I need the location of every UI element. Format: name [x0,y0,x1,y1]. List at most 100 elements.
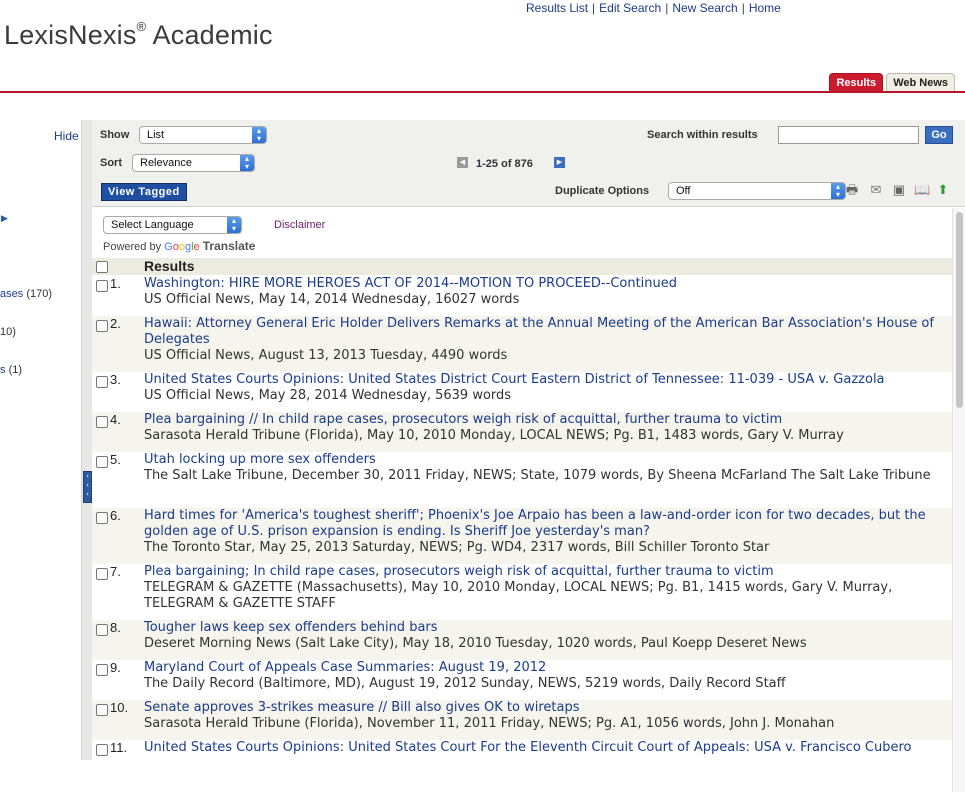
pager-of: of [501,158,512,170]
chevron-updown-icon: ▴ ▾ [240,155,254,171]
result-title-link[interactable]: Maryland Court of Appeals Case Summaries… [144,660,546,675]
duplicate-options-value: Off [676,185,691,197]
result-meta: Sarasota Herald Tribune (Florida), Novem… [144,716,835,731]
select-language-dropdown[interactable]: Select Language ▴ ▾ [103,216,242,234]
result-row: 4. Plea bargaining // In child rape cases… [92,412,952,452]
result-meta: US Official News, May 28, 2014 Wednesday… [144,388,512,403]
new-search-link[interactable]: New Search [672,1,737,15]
results-header: Results [144,258,195,274]
results-scrollbar[interactable] [952,208,965,792]
pager-total: 876 [514,158,533,170]
book-icon[interactable]: 📖 [914,182,930,198]
result-checkbox[interactable] [96,664,108,676]
header-divider [0,91,965,93]
result-body: Maryland Court of Appeals Case Summaries… [144,660,944,692]
collapse-handle-icon[interactable]: ‹ ‹ ‹ [83,471,92,503]
show-label: Show [100,129,130,141]
duplicate-options-select[interactable]: Off ▴ ▾ [668,182,846,200]
result-title-link[interactable]: Utah locking up more sex offenders [144,452,376,467]
sidebar-item-count: (170) [26,288,52,300]
select-all-checkbox[interactable] [96,261,108,273]
result-checkbox[interactable] [96,704,108,716]
result-title-link[interactable]: Hard times for 'America's toughest sheri… [144,508,926,539]
disclaimer-link[interactable]: Disclaimer [274,219,325,231]
sidebar-item-label: ases [0,288,24,300]
chevron-updown-icon: ▴ ▾ [831,183,845,199]
hide-sidebar-link[interactable]: Hide [54,129,79,143]
result-title-link[interactable]: Hawaii: Attorney General Eric Holder Del… [144,316,934,347]
result-meta: US Official News, May 14, 2014 Wednesday… [144,292,520,307]
tab-web-news[interactable]: Web News [886,73,955,92]
sidebar-item-2[interactable]: 10) [0,326,16,338]
result-title-link[interactable]: United States Courts Opinions: United St… [144,372,885,387]
result-checkbox[interactable] [96,376,108,388]
email-icon[interactable]: ✉ [868,182,884,198]
sort-select-value: Relevance [140,157,192,169]
upload-arrow-icon[interactable]: ⬆ [935,182,951,198]
sidebar-item-count: 10) [0,326,16,338]
result-body: Washington: HIRE MORE HEROES ACT OF 2014… [144,276,944,308]
result-meta: The Daily Record (Baltimore, MD), August… [144,676,786,691]
print-icon[interactable]: 🖶 [844,182,860,198]
sort-select[interactable]: Relevance ▴ ▾ [132,154,255,172]
prev-page-icon[interactable]: ◀ [457,157,468,168]
result-checkbox[interactable] [96,416,108,428]
result-number: 9. [110,660,121,675]
result-checkbox[interactable] [96,744,108,756]
pager-range: 1-25 [476,158,499,170]
result-body: United States Courts Opinions: United St… [144,740,944,756]
home-link[interactable]: Home [749,1,781,15]
result-number: 2. [110,316,121,331]
nav-separator: | [592,1,596,15]
logo: LexisNexis® Academic [4,19,273,51]
result-number: 7. [110,564,121,579]
result-row: 9. Maryland Court of Appeals Case Summari… [92,660,952,700]
tab-bar: Results Web News [829,73,955,92]
go-button[interactable]: Go [925,126,953,144]
result-row: 3. United States Courts Opinions: United … [92,372,952,412]
results-list-link[interactable]: Results List [526,1,588,15]
result-body: Utah locking up more sex offenders The Sa… [144,452,944,484]
result-meta: TELEGRAM & GAZETTE (Massachusetts), May … [144,580,893,611]
result-checkbox[interactable] [96,512,108,524]
result-checkbox[interactable] [96,624,108,636]
result-title-link[interactable]: Plea bargaining; In child rape cases, pr… [144,564,774,579]
search-within-input[interactable] [778,126,919,144]
sidebar-item-count: (1) [8,364,23,376]
result-body: Hard times for 'America's toughest sheri… [144,508,944,556]
edit-search-link[interactable]: Edit Search [599,1,661,15]
pager-text: 1-25 of 876 [476,158,533,170]
result-meta: The Toronto Star, May 25, 2013 Saturday,… [144,540,770,555]
sort-label: Sort [100,157,122,169]
show-select-value: List [147,129,165,141]
logo-suffix: Academic [146,20,273,50]
result-number: 11. [110,740,128,755]
next-page-icon[interactable]: ▶ [554,157,565,168]
chevron-updown-icon: ▴ ▾ [252,127,266,143]
expand-arrow-icon[interactable]: ▶ [1,213,8,224]
result-row: 2. Hawaii: Attorney General Eric Holder D… [92,316,952,372]
result-checkbox[interactable] [96,320,108,332]
scrollbar-thumb[interactable] [956,212,963,408]
sidebar-item-3[interactable]: s (1) [0,364,22,376]
result-body: United States Courts Opinions: United St… [144,372,944,404]
result-number: 10. [110,700,129,715]
view-tagged-button[interactable]: View Tagged [101,183,187,201]
nav-separator: | [665,1,669,15]
result-checkbox[interactable] [96,280,108,292]
show-select[interactable]: List ▴ ▾ [139,126,267,144]
tab-results[interactable]: Results [829,73,884,92]
results-toolbar: Show List ▴ ▾ Sort Relevance ▴ ▾ ◀ 1-25 of… [92,120,965,207]
sidebar-splitter[interactable] [81,120,92,760]
result-title-link[interactable]: Senate approves 3-strikes measure // Bil… [144,700,580,715]
result-body: Hawaii: Attorney General Eric Holder Del… [144,316,944,364]
result-row: 1. Washington: HIRE MORE HEROES ACT OF 20… [92,276,952,316]
result-title-link[interactable]: Washington: HIRE MORE HEROES ACT OF 2014… [144,276,677,291]
result-checkbox[interactable] [96,568,108,580]
save-icon[interactable]: ▣ [891,182,907,198]
result-title-link[interactable]: Tougher laws keep sex offenders behind b… [144,620,438,635]
result-title-link[interactable]: United States Courts Opinions: United St… [144,740,912,755]
result-title-link[interactable]: Plea bargaining // In child rape cases, … [144,412,782,427]
result-checkbox[interactable] [96,456,108,468]
sidebar-item-cases[interactable]: ases (170) [0,288,52,300]
